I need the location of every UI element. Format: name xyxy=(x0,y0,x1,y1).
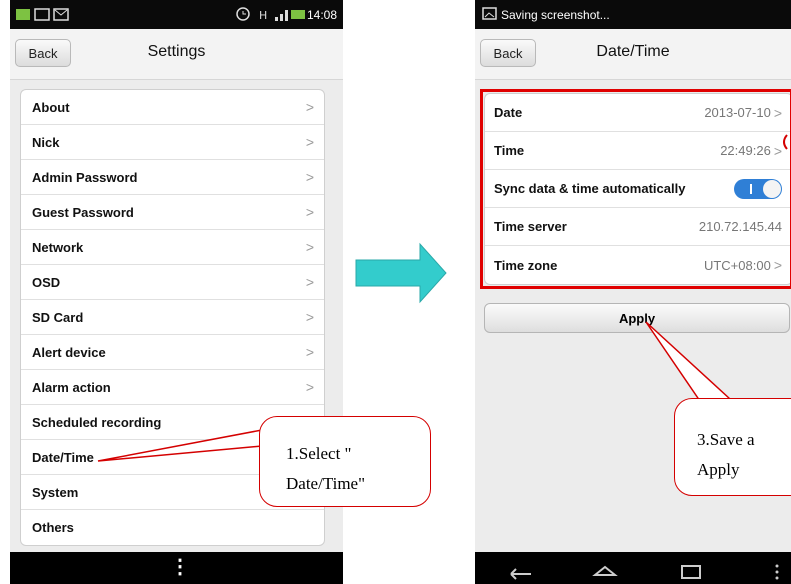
callout-save-apply: 3.Save a Apply xyxy=(674,398,791,496)
callout-select-date-time: 1.Select " Date/Time" xyxy=(259,416,431,507)
